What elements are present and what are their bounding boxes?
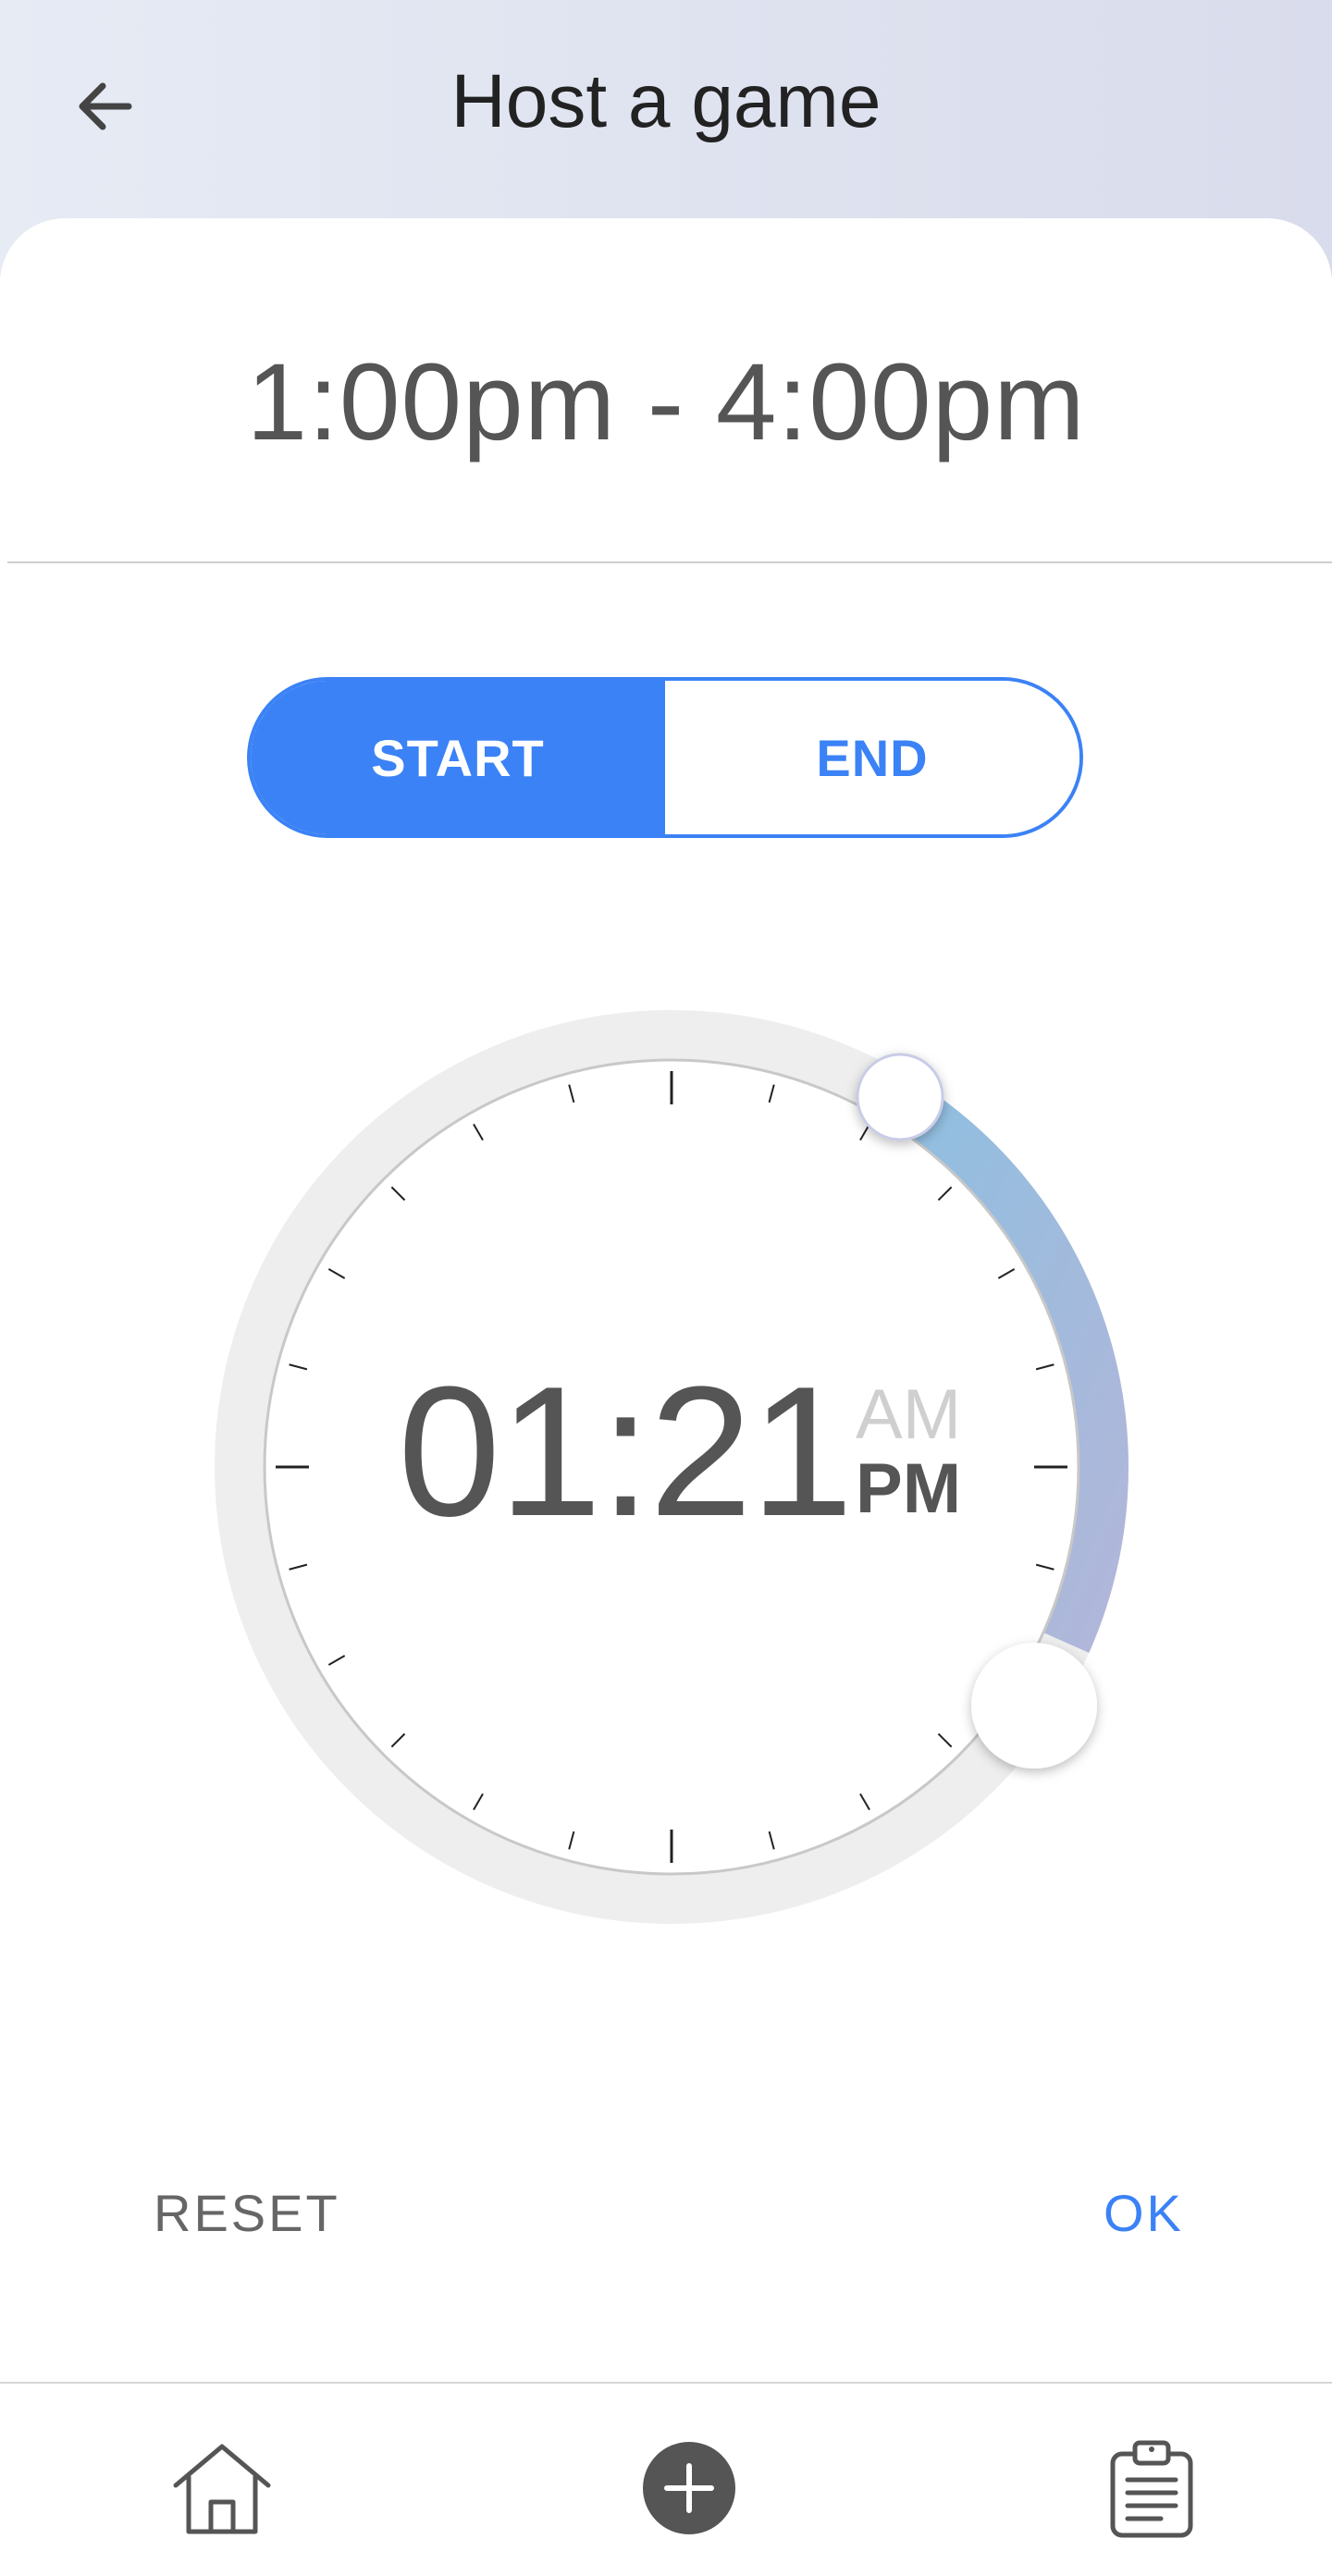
clock-dial[interactable] [0,0,1332,2035]
bottom-nav-divider [0,2382,1332,2384]
ok-button[interactable]: OK [1104,2183,1184,2243]
nav-home[interactable] [166,2433,278,2544]
start-handle[interactable] [856,1053,944,1141]
clipboard-icon [1110,2440,1193,2538]
nav-clipboard[interactable] [1096,2433,1207,2544]
end-handle[interactable] [971,1643,1097,1769]
time-display: 01:21 [398,1349,853,1555]
add-icon [643,2442,735,2534]
pm-option[interactable]: PM [856,1452,961,1526]
am-option[interactable]: AM [856,1378,961,1452]
home-icon [173,2444,271,2534]
nav-add[interactable] [634,2433,745,2544]
reset-button[interactable]: RESET [154,2183,340,2243]
am-pm-switch[interactable]: AM PM [856,1378,961,1526]
